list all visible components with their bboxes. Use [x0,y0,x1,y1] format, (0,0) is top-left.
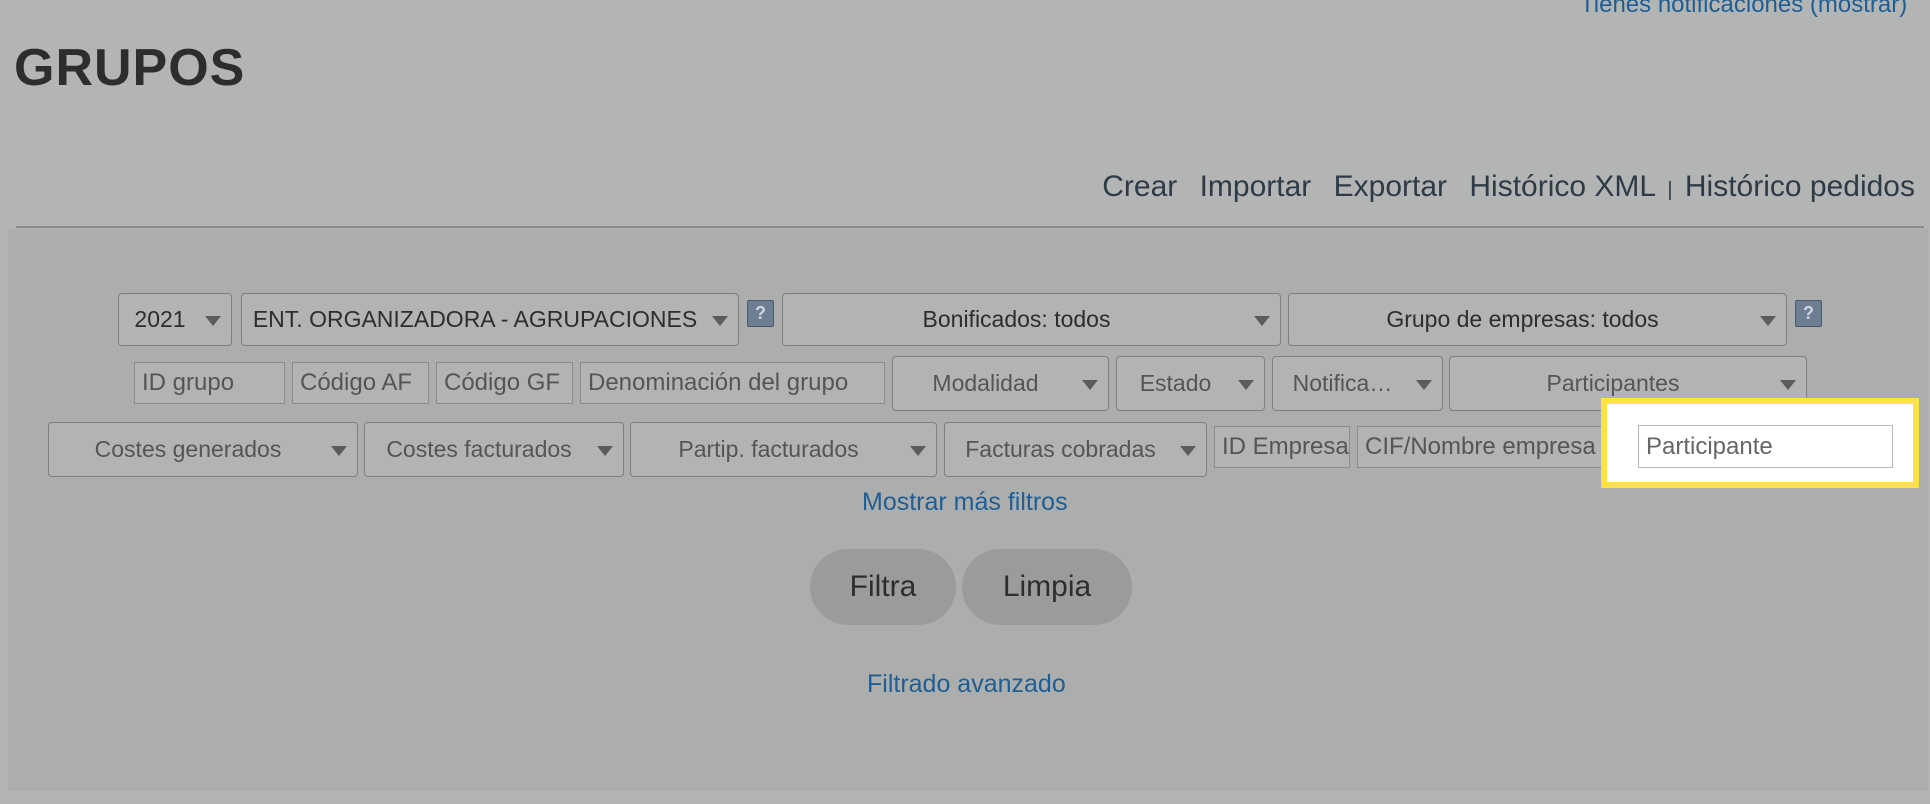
bonificados-select-value: Bonificados: todos [922,306,1111,332]
xml-history-link[interactable]: Histórico XML [1469,170,1655,203]
notifications-link[interactable]: Tienes notificaciones (mostrar) [1580,0,1907,19]
participante-placeholder: Participante [1646,432,1773,460]
chevron-down-icon [597,445,613,456]
id-group-placeholder: ID grupo [142,369,235,396]
action-bar: Crear Importar Exportar Histórico XML | … [1088,170,1915,204]
cif-nombre-placeholder: CIF/Nombre empresa [1365,433,1596,460]
entity-select-value: ENT. ORGANIZADORA - AGRUPACIONES [252,306,698,332]
id-empresa-input[interactable]: ID Empresa [1214,426,1350,468]
estado-select-value: Estado [1139,370,1212,396]
year-select-value: 2021 [134,306,186,332]
chevron-down-icon [910,445,926,456]
costes-generados-select[interactable]: Costes generados [48,422,358,477]
codigo-gf-placeholder: Código GF [444,369,561,396]
facturas-cobradas-select-value: Facturas cobradas [965,436,1156,462]
notificaciones-select[interactable]: Notifica… [1272,356,1443,411]
orders-history-link[interactable]: Histórico pedidos [1685,170,1915,203]
participante-input[interactable]: Participante [1638,425,1893,468]
header-divider [16,226,1924,228]
company-group-select-value: Grupo de empresas: todos [1386,306,1659,332]
export-link[interactable]: Exportar [1334,170,1447,203]
entity-select[interactable]: ENT. ORGANIZADORA - AGRUPACIONES [241,293,739,346]
help-icon[interactable]: ? [1795,300,1822,327]
advanced-filter-link[interactable]: Filtrado avanzado [867,670,1066,699]
chevron-down-icon [1180,445,1196,456]
chevron-down-icon [1780,379,1796,390]
id-empresa-placeholder: ID Empresa [1222,433,1349,460]
chevron-down-icon [712,315,728,326]
chevron-down-icon [331,445,347,456]
costes-generados-select-value: Costes generados [94,436,282,462]
chevron-down-icon [205,315,221,326]
facturas-cobradas-select[interactable]: Facturas cobradas [944,422,1207,477]
chevron-down-icon [1082,379,1098,390]
partip-facturados-select[interactable]: Partip. facturados [630,422,937,477]
estado-select[interactable]: Estado [1116,356,1265,411]
chevron-down-icon [1238,379,1254,390]
denominacion-input[interactable]: Denominación del grupo [580,362,885,404]
codigo-af-input[interactable]: Código AF [292,362,429,404]
denominacion-placeholder: Denominación del grupo [588,369,849,396]
chevron-down-icon [1416,379,1432,390]
chevron-down-icon [1254,315,1270,326]
costes-facturados-select[interactable]: Costes facturados [364,422,624,477]
id-group-input[interactable]: ID grupo [134,362,285,404]
filter-button[interactable]: Filtra [810,549,956,625]
page-title: GRUPOS [14,39,246,97]
partip-facturados-select-value: Partip. facturados [678,436,859,462]
company-group-select[interactable]: Grupo de empresas: todos [1288,293,1787,346]
modalidad-select[interactable]: Modalidad [892,356,1109,411]
costes-facturados-select-value: Costes facturados [386,436,572,462]
create-link[interactable]: Crear [1102,170,1177,203]
help-icon[interactable]: ? [747,300,774,327]
modalidad-select-value: Modalidad [932,370,1039,396]
bonificados-select[interactable]: Bonificados: todos [782,293,1281,346]
cif-nombre-input[interactable]: CIF/Nombre empresa [1357,426,1633,468]
more-filters-link[interactable]: Mostrar más filtros [862,488,1068,517]
notificaciones-select-value: Notifica… [1292,370,1393,396]
clear-button[interactable]: Limpia [962,549,1132,625]
chevron-down-icon [1760,315,1776,326]
year-select[interactable]: 2021 [118,293,232,346]
codigo-gf-input[interactable]: Código GF [436,362,573,404]
participantes-select-value: Participantes [1546,370,1680,396]
action-separator: | [1667,179,1673,201]
import-link[interactable]: Importar [1200,170,1312,203]
codigo-af-placeholder: Código AF [300,369,413,396]
